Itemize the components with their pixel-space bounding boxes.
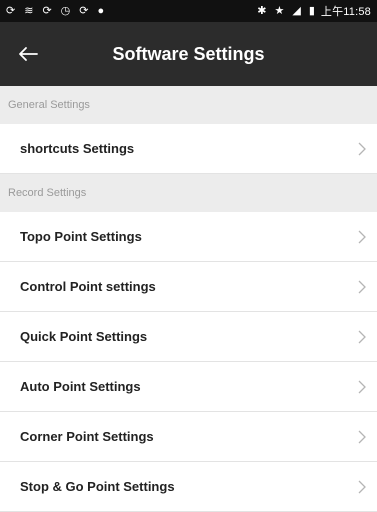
sync-icon: ⟳ [79, 4, 89, 17]
list-item-shortcuts-settings[interactable]: shortcuts Settings [0, 124, 377, 174]
star-icon: ★ [274, 4, 285, 17]
status-bar-system: ✱ ★ ◢ ▮ 上午11:58 [249, 3, 371, 19]
list-item-label: Quick Point Settings [20, 329, 148, 344]
list-item-quick-point-settings[interactable]: Quick Point Settings [0, 312, 377, 362]
section-header-record: Record Settings [0, 174, 377, 212]
list-item-topo-point-settings[interactable]: Topo Point Settings [0, 212, 377, 262]
bluetooth-icon: ✱ [257, 4, 267, 17]
no-signal-icon: ◢ [292, 4, 301, 17]
list-item-label: Corner Point Settings [20, 429, 154, 444]
status-bar-time: 上午11:58 [320, 6, 371, 18]
back-arrow-icon [19, 47, 38, 61]
back-button[interactable] [0, 22, 56, 86]
chevron-right-icon [358, 330, 366, 343]
list-item-label: Stop & Go Point Settings [20, 479, 175, 494]
chevron-right-icon [358, 430, 366, 443]
list-item-control-point-settings[interactable]: Control Point settings [0, 262, 377, 312]
list-item-label: Control Point settings [20, 279, 156, 294]
chevron-right-icon [358, 380, 366, 393]
chevron-right-icon [358, 280, 366, 293]
sync-icon: ⟳ [6, 4, 16, 17]
chevron-right-icon [358, 142, 366, 155]
app-bar: Software Settings [0, 22, 377, 86]
wifi-icon: ≋ [24, 4, 34, 17]
status-bar: ⟳ ≋ ⟳ ◷ ⟳ ● ✱ ★ ◢ ▮ 上午11:58 [0, 0, 377, 22]
list-item-label: Topo Point Settings [20, 229, 142, 244]
chevron-right-icon [358, 230, 366, 243]
chevron-right-icon [358, 480, 366, 493]
list-item-stop-and-go-point-settings[interactable]: Stop & Go Point Settings [0, 462, 377, 512]
settings-list: General Settings shortcuts Settings Reco… [0, 86, 377, 512]
list-item-corner-point-settings[interactable]: Corner Point Settings [0, 412, 377, 462]
timer-icon: ◷ [60, 4, 71, 17]
status-bar-notifications: ⟳ ≋ ⟳ ◷ ⟳ ● [6, 4, 113, 17]
list-item-label: shortcuts Settings [20, 141, 135, 156]
location-icon: ● [97, 4, 105, 17]
section-header-general: General Settings [0, 86, 377, 124]
list-item-label: Auto Point Settings [20, 379, 141, 394]
page-title: Software Settings [112, 44, 265, 64]
sync-icon: ⟳ [42, 4, 52, 17]
list-item-auto-point-settings[interactable]: Auto Point Settings [0, 362, 377, 412]
battery-icon: ▮ [308, 4, 315, 17]
